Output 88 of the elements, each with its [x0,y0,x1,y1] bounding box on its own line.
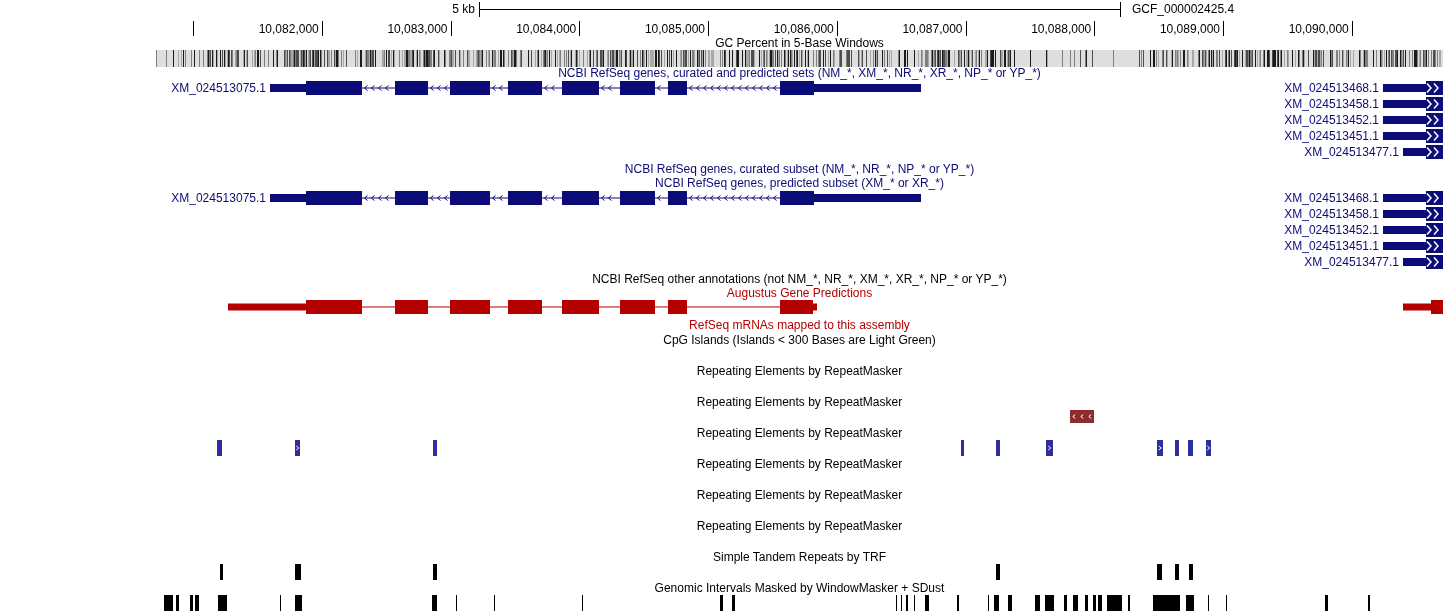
gene-model[interactable] [1383,191,1443,205]
repeat-element[interactable] [1046,440,1053,456]
position-label: 10,083,000 [387,21,448,36]
track-title: Repeating Elements by RepeatMasker [696,364,903,378]
track-title: Genomic Intervals Masked by WindowMasker + SDust [654,581,945,595]
masked-interval[interactable] [994,595,999,611]
track-title: Repeating Elements by RepeatMasker [696,519,903,533]
repeat-element[interactable] [1070,410,1094,423]
position-label: 10,082,000 [258,21,319,36]
gene-label[interactable]: XM_024513452.1 [1284,113,1379,127]
track-title: Repeating Elements by RepeatMasker [696,488,903,502]
track-title: Repeating Elements by RepeatMasker [696,426,903,440]
track-title: Repeating Elements by RepeatMasker [696,395,903,409]
repeat-element[interactable] [1157,440,1163,456]
tandem-repeat[interactable] [1157,564,1162,580]
track-title: NCBI RefSeq genes, curated and predicted sets (NM_*, XM_*, NR_*, XR_*, NP_* or YP_*) [558,66,1041,80]
masked-interval[interactable] [1186,595,1194,611]
gene-label[interactable]: XM_024513075.1 [171,191,266,205]
gene-model[interactable] [270,81,921,95]
masked-interval[interactable] [1064,595,1067,611]
track-title: Simple Tandem Repeats by TRF [713,550,886,564]
tandem-repeat[interactable] [433,564,437,580]
gene-label[interactable]: XM_024513468.1 [1284,191,1379,205]
masked-interval[interactable] [1035,595,1040,611]
gene-model[interactable] [1383,97,1443,111]
masked-interval[interactable] [1153,595,1180,611]
masked-interval[interactable] [732,595,735,611]
gene-model[interactable] [1383,113,1443,127]
masked-interval[interactable] [925,595,929,611]
gene-label[interactable]: XM_024513452.1 [1284,223,1379,237]
position-label: 10,088,000 [1031,21,1092,36]
gene-label[interactable]: XM_024513075.1 [171,81,266,95]
position-label: 10,085,000 [644,21,705,36]
tandem-repeat[interactable] [1189,564,1193,580]
gene-model[interactable] [1403,145,1443,159]
gene-label[interactable]: XM_024513477.1 [1304,145,1399,159]
gene-model[interactable] [1383,207,1443,221]
gene-label[interactable]: XM_024513451.1 [1284,129,1379,143]
masked-interval[interactable] [1045,595,1054,611]
gene-label[interactable]: XM_024513468.1 [1284,81,1379,95]
masked-interval[interactable] [176,595,179,611]
masked-interval[interactable] [1098,595,1102,611]
masked-interval[interactable] [218,595,227,611]
position-label: 10,087,000 [902,21,963,36]
track-title: CpG Islands (Islands < 300 Bases are Light Green) [663,333,936,347]
gene-model[interactable] [270,191,921,205]
assembly-label: GCF_000002425.4 [1132,2,1235,16]
position-label: 10,086,000 [773,21,834,36]
masked-interval[interactable] [195,595,199,611]
repeat-element[interactable] [1206,440,1211,456]
gene-model[interactable] [1383,81,1443,95]
tandem-repeat[interactable] [220,564,223,580]
repeat-element[interactable] [295,440,300,456]
track-title: NCBI RefSeq other annotations (not NM_*, NR_*, XM_*, XR_*, NP_* or YP_*) [592,272,1007,286]
gene-label[interactable]: XM_024513477.1 [1304,255,1399,269]
scale-label: 5 kb [452,2,476,16]
gene-label[interactable]: XM_024513458.1 [1284,207,1379,221]
masked-interval[interactable] [720,595,723,611]
gene-model[interactable] [1383,223,1443,237]
gene-label[interactable]: XM_024513458.1 [1284,97,1379,111]
masked-interval[interactable] [190,595,193,611]
gene-model[interactable] [1403,300,1443,314]
masked-interval[interactable] [1107,595,1122,611]
track-title: RefSeq mRNAs mapped to this assembly [689,318,910,332]
position-label: 10,090,000 [1288,21,1349,36]
tandem-repeat[interactable] [996,564,1000,580]
gene-model[interactable] [228,300,817,314]
track-title: GC Percent in 5-Base Windows [715,36,884,50]
masked-interval[interactable] [432,595,437,611]
tandem-repeat[interactable] [1175,564,1179,580]
masked-interval[interactable] [1008,595,1012,611]
track-title: NCBI RefSeq genes, predicted subset (XM_* or XR_*) [655,176,944,190]
track-title: NCBI RefSeq genes, curated subset (NM_*, NR_*, NP_* or YP_*) [624,162,975,176]
track-title: Repeating Elements by RepeatMasker [696,457,903,471]
gene-model[interactable] [1403,255,1443,269]
masked-interval[interactable] [295,595,302,611]
masked-interval[interactable] [164,595,173,611]
position-label: 10,084,000 [516,21,577,36]
masked-interval[interactable] [1093,595,1096,611]
masked-interval[interactable] [1325,595,1328,611]
gene-model[interactable] [1383,129,1443,143]
position-label: 10,089,000 [1159,21,1220,36]
tandem-repeat[interactable] [295,564,301,580]
gene-model[interactable] [1383,239,1443,253]
masked-interval[interactable] [1085,595,1088,611]
masked-interval[interactable] [1073,595,1078,611]
track-title: Augustus Gene Predictions [726,286,873,300]
gene-label[interactable]: XM_024513451.1 [1284,239,1379,253]
